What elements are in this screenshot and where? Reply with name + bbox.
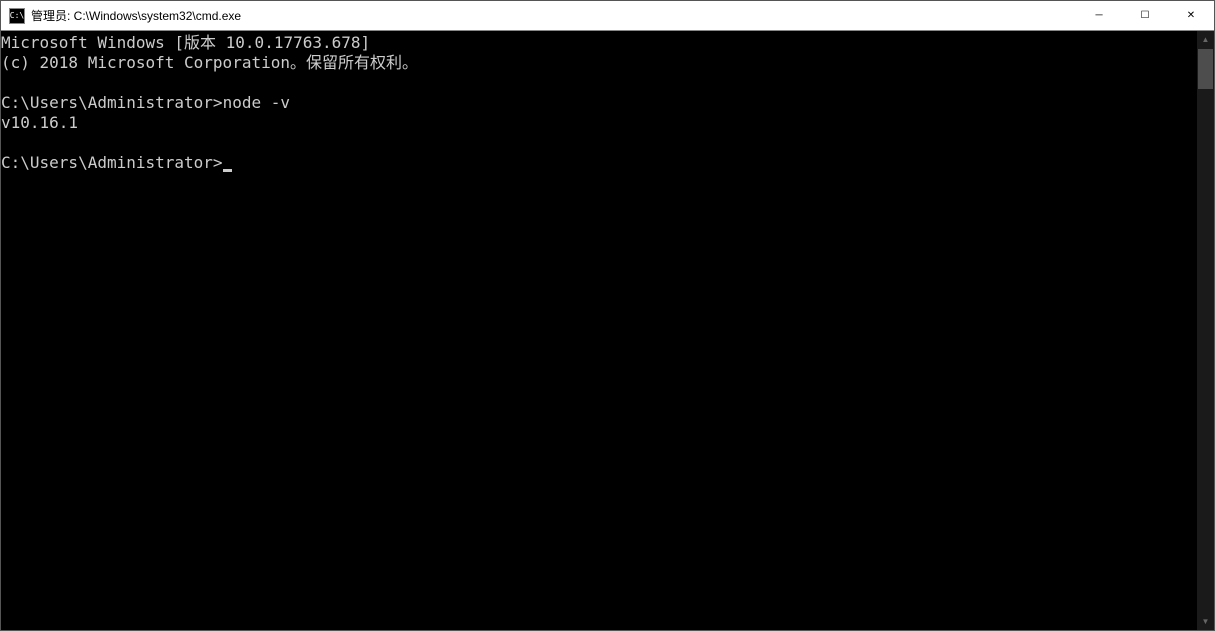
scrollbar-up-arrow[interactable]: ▲ [1197,31,1214,48]
close-icon: ✕ [1187,10,1195,21]
maximize-icon: ☐ [1141,10,1150,21]
prompt-text: C:\Users\Administrator> [1,153,223,172]
content-area: Microsoft Windows [版本 10.0.17763.678] (c… [1,31,1214,630]
cmd-window: C:\ 管理员: C:\Windows\system32\cmd.exe ─ ☐… [0,0,1215,631]
terminal-line: Microsoft Windows [版本 10.0.17763.678] [1,33,370,52]
scrollbar-down-arrow[interactable]: ▼ [1197,613,1214,630]
minimize-icon: ─ [1095,10,1102,21]
maximize-button[interactable]: ☐ [1122,1,1168,30]
cmd-icon: C:\ [9,8,25,24]
close-button[interactable]: ✕ [1168,1,1214,30]
scrollbar-thumb[interactable] [1198,49,1213,89]
prompt-text: C:\Users\Administrator> [1,93,223,112]
window-title: 管理员: C:\Windows\system32\cmd.exe [31,7,1076,24]
cursor [223,169,232,172]
command-text: node -v [223,93,290,112]
minimize-button[interactable]: ─ [1076,1,1122,30]
window-controls: ─ ☐ ✕ [1076,1,1214,30]
terminal-prompt: C:\Users\Administrator>node -v [1,93,290,112]
cmd-icon-text: C:\ [10,11,24,20]
terminal-prompt: C:\Users\Administrator> [1,153,232,172]
terminal-output[interactable]: Microsoft Windows [版本 10.0.17763.678] (c… [1,31,1197,630]
terminal-line: (c) 2018 Microsoft Corporation。保留所有权利。 [1,53,418,72]
terminal-line: v10.16.1 [1,113,78,132]
titlebar[interactable]: C:\ 管理员: C:\Windows\system32\cmd.exe ─ ☐… [1,1,1214,31]
scrollbar-vertical[interactable]: ▲ ▼ [1197,31,1214,630]
